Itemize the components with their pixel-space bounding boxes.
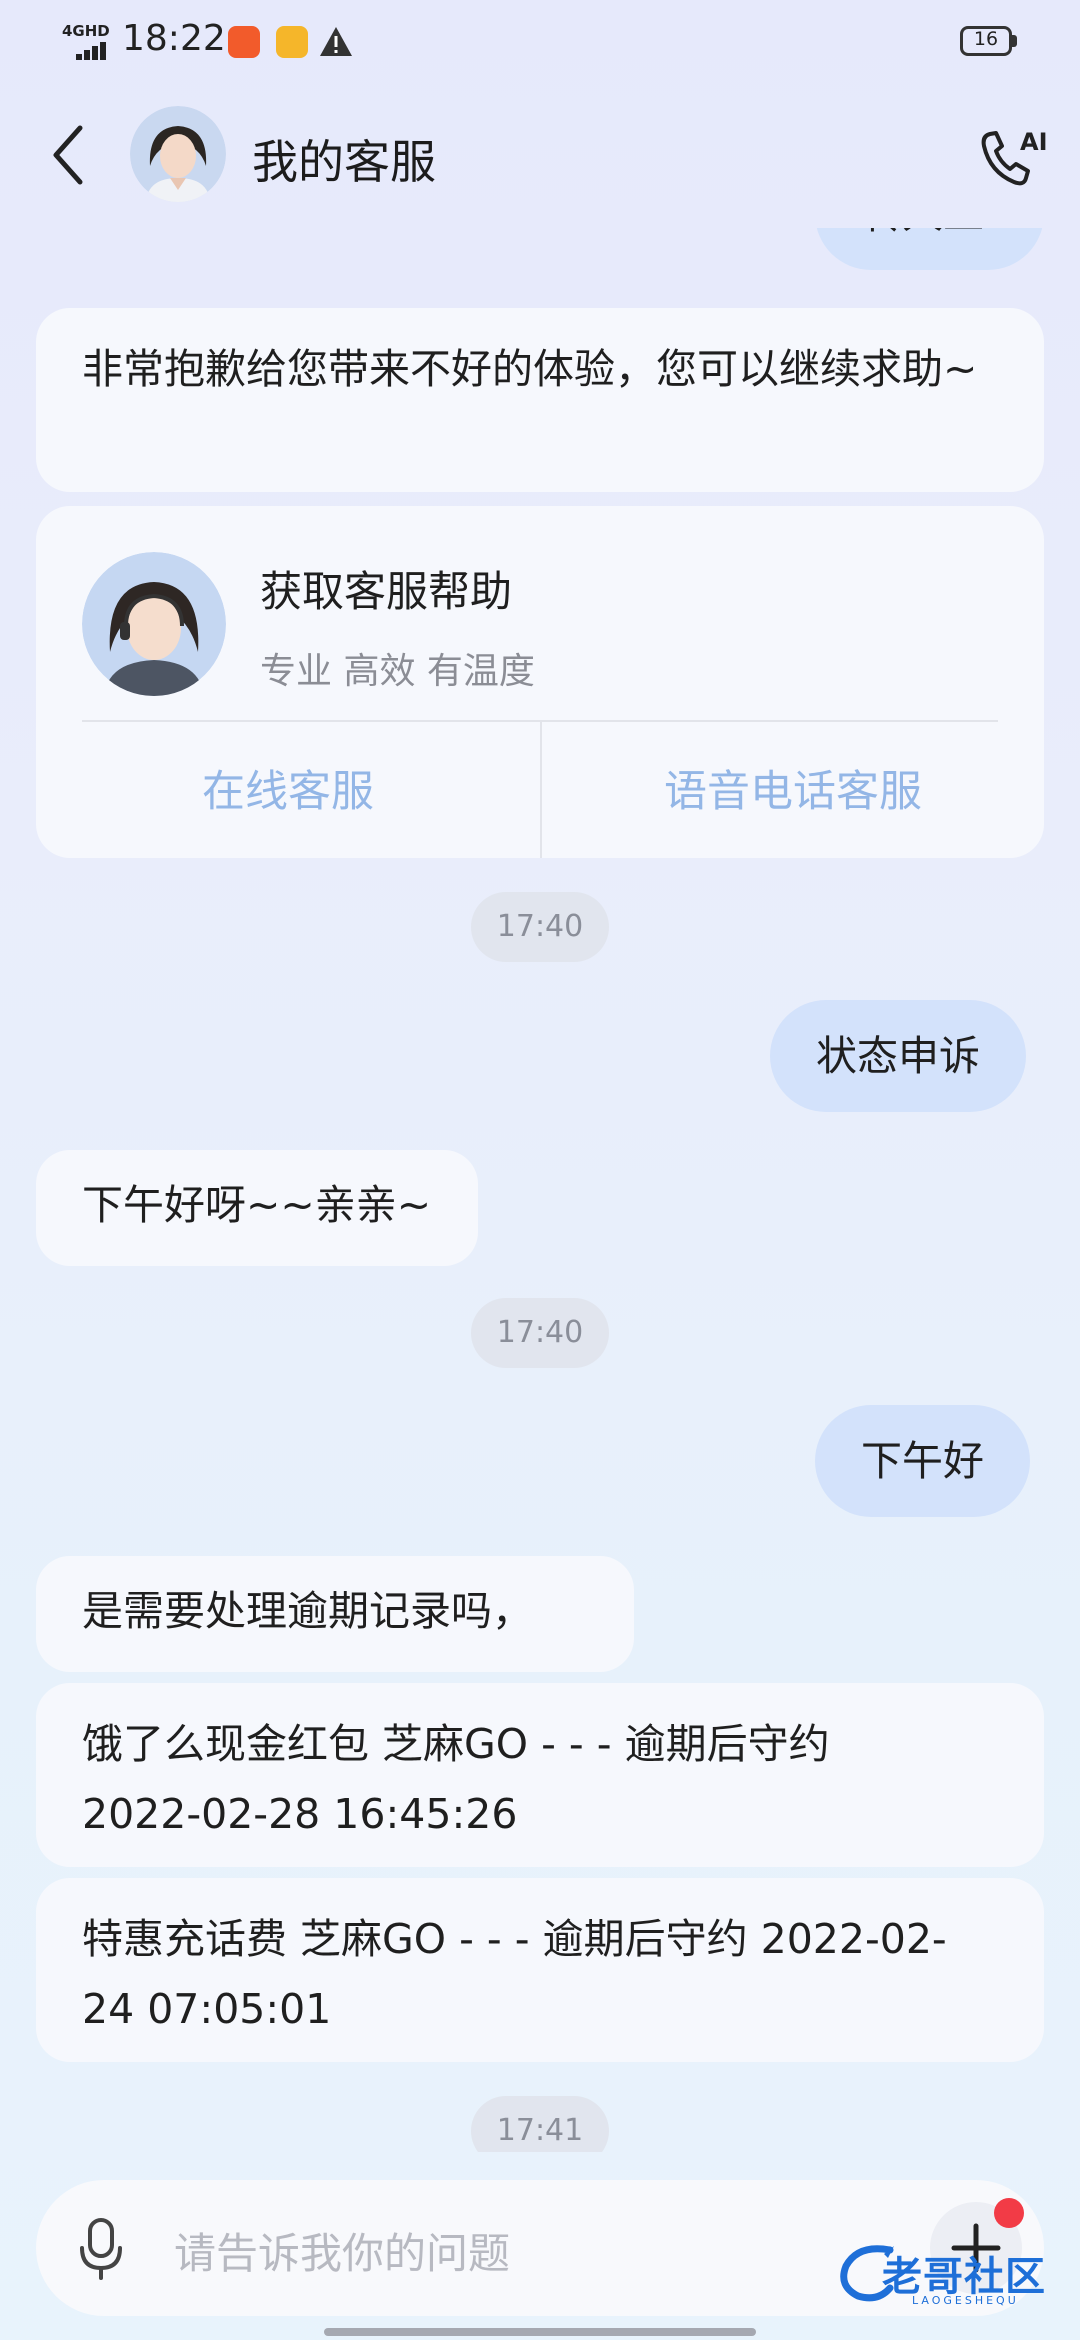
status-time: 18:22	[122, 18, 226, 59]
network-signal-icon: 4GHD	[62, 22, 112, 62]
message-text: 非常抱歉给您带来不好的体验，您可以继续求助~	[82, 345, 978, 393]
bot-message-bubble: 下午好呀~~亲亲~	[36, 1150, 478, 1266]
message-text: 状态申诉	[816, 1032, 980, 1080]
battery-level: 16	[973, 28, 999, 50]
mail-notification-icon	[276, 26, 308, 58]
bot-message-bubble: 饿了么现金红包 芝麻GO - - - 逾期后守约 2022-02-28 16:4…	[36, 1683, 1044, 1867]
user-message-bubble: 下午好	[815, 1405, 1030, 1517]
help-card-subtitle: 专业 高效 有温度	[260, 651, 535, 692]
message-text: 饿了么现金红包 芝麻GO - - - 逾期后守约 2022-02-28 16:4…	[82, 1720, 830, 1838]
watermark-logo: 老哥社区 LAOGESHEQU	[838, 2238, 1064, 2308]
help-card: 获取客服帮助 专业 高效 有温度 在线客服 语音电话客服	[36, 506, 1044, 858]
chat-area[interactable]: 转人工 非常抱歉给您带来不好的体验，您可以继续求助~ 获取客服帮助 专业 高效 …	[0, 228, 1080, 2152]
ai-label: AI	[1020, 128, 1048, 156]
network-type-label: 4GHD	[62, 22, 110, 40]
message-text: 转人工	[861, 228, 984, 238]
timestamp: 17:41	[471, 2096, 609, 2152]
agent-avatar	[82, 552, 226, 696]
warning-icon	[320, 27, 352, 56]
battery-icon: 16	[960, 26, 1018, 58]
chat-header: 我的客服 AI	[0, 84, 1080, 228]
status-bar: 4GHD 18:22 16	[0, 0, 1080, 84]
message-text: 下午好呀~~亲亲~	[82, 1181, 432, 1229]
timestamp: 17:40	[471, 892, 609, 962]
app-notification-icon	[228, 26, 260, 58]
bot-message-bubble: 特惠充话费 芝麻GO - - - 逾期后守约 2022-02-24 07:05:…	[36, 1878, 1044, 2062]
back-arrow-icon[interactable]	[46, 120, 92, 190]
bot-message-bubble: 是需要处理逾期记录吗，	[36, 1556, 634, 1672]
timestamp: 17:40	[471, 1298, 609, 1368]
avatar[interactable]	[130, 106, 226, 202]
message-text: 特惠充话费 芝麻GO - - - 逾期后守约 2022-02-24 07:05:…	[82, 1915, 947, 2033]
user-message-bubble: 转人工	[815, 228, 1044, 270]
page-title: 我的客服	[252, 135, 436, 189]
message-input[interactable]: 请告诉我你的问题	[174, 2220, 510, 2281]
microphone-icon[interactable]	[76, 2216, 126, 2282]
notification-dot	[994, 2198, 1024, 2228]
home-indicator[interactable]	[324, 2328, 756, 2336]
ai-call-icon[interactable]: AI	[976, 124, 1048, 190]
online-service-button[interactable]: 在线客服	[36, 722, 540, 858]
voice-call-service-button[interactable]: 语音电话客服	[542, 722, 1044, 858]
help-card-title: 获取客服帮助	[260, 567, 513, 616]
message-text: 下午好	[861, 1437, 984, 1485]
watermark-subtext: LAOGESHEQU	[912, 2294, 1019, 2307]
bot-message-bubble: 非常抱歉给您带来不好的体验，您可以继续求助~	[36, 308, 1044, 492]
message-text: 是需要处理逾期记录吗，	[82, 1587, 533, 1635]
user-message-bubble: 状态申诉	[770, 1000, 1026, 1112]
